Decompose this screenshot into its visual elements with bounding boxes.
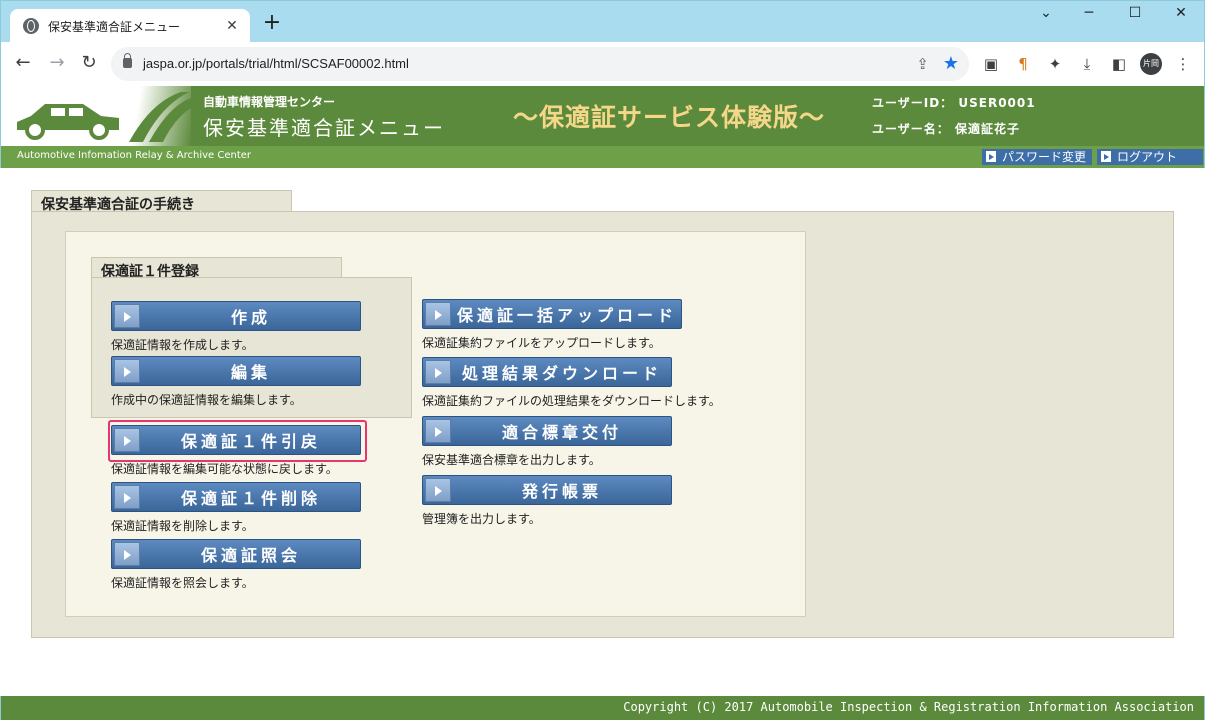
arrow-right-icon — [114, 542, 140, 566]
issued-forms-button-label: 発行帳票 — [521, 482, 602, 501]
result-download-button-label: 処理結果ダウンロード — [461, 364, 662, 383]
edit-button[interactable]: 編集 — [111, 356, 361, 386]
result-download-button[interactable]: 処理結果ダウンロード — [422, 357, 672, 387]
bulk-upload-button-label: 保適証一括アップロード — [456, 306, 677, 325]
delete-button-label: 保適証１件削除 — [180, 489, 321, 508]
window-close-button[interactable]: ✕ — [1161, 5, 1201, 29]
create-button-label: 作成 — [230, 308, 271, 327]
revert-button[interactable]: 保適証１件引戻 — [111, 425, 361, 455]
tab-title: 保安基準適合証メニュー — [48, 19, 181, 34]
user-name: ユーザー名： 保適証花子 — [872, 122, 1020, 136]
arrow-right-icon — [425, 302, 451, 326]
pilcrow-extension-icon[interactable]: ¶ — [1013, 54, 1033, 74]
profile-avatar[interactable]: 片岡 — [1140, 53, 1162, 75]
logo — [1, 86, 191, 146]
issued-forms-button[interactable]: 発行帳票 — [422, 475, 672, 505]
bulk-upload-button[interactable]: 保適証一括アップロード — [422, 299, 682, 329]
issued-forms-desc: 管理簿を出力します。 — [422, 512, 541, 526]
extension-icon[interactable]: ▣ — [981, 54, 1001, 74]
tab-close-icon[interactable]: ✕ — [220, 18, 244, 34]
org-name: 自動車情報管理センター — [203, 95, 336, 109]
org-english-name: Automotive Infomation Relay & Archive Ce… — [17, 150, 252, 161]
site-header: 自動車情報管理センター 保安基準適合証メニュー ～保適証サービス体験版～ ユーザ… — [0, 86, 1205, 146]
puzzle-icon[interactable]: ✦ — [1045, 54, 1065, 74]
forward-icon[interactable]: → — [45, 52, 69, 76]
download-icon[interactable]: ⤓ — [1077, 54, 1097, 74]
section-tab: 保安基準適合証の手続き — [31, 190, 292, 213]
mark-issue-desc: 保安基準適合標章を出力します。 — [422, 453, 601, 467]
share-icon[interactable]: ⇪ — [916, 55, 929, 73]
arrow-right-icon — [425, 478, 451, 502]
site-footer: Copyright (C) 2017 Automobile Inspection… — [0, 696, 1205, 720]
inquiry-desc: 保適証情報を照会します。 — [111, 576, 254, 590]
arrow-right-icon — [114, 428, 140, 452]
password-change-button[interactable]: パスワード変更 — [982, 149, 1093, 165]
mark-issue-button-label: 適合標章交付 — [501, 423, 622, 442]
menu-icon[interactable]: ⋮ — [1173, 54, 1193, 74]
user-id: ユーザーID： USER0001 — [872, 96, 1036, 110]
reload-icon[interactable]: ↻ — [77, 52, 101, 76]
create-button[interactable]: 作成 — [111, 301, 361, 331]
new-tab-button[interactable]: + — [261, 12, 283, 35]
inquiry-button-label: 保適証照会 — [200, 546, 301, 565]
copyright-text: Copyright (C) 2017 Automobile Inspection… — [623, 700, 1194, 714]
back-icon[interactable]: ← — [11, 52, 35, 76]
arrow-right-icon — [425, 360, 451, 384]
result-download-desc: 保適証集約ファイルの処理結果をダウンロードします。 — [422, 394, 721, 408]
trial-title: ～保適証サービス体験版～ — [513, 103, 826, 132]
edit-button-label: 編集 — [230, 363, 271, 382]
create-desc: 保適証情報を作成します。 — [111, 338, 254, 352]
revert-button-label: 保適証１件引戻 — [180, 432, 321, 451]
site-subbar: Automotive Infomation Relay & Archive Ce… — [0, 146, 1205, 168]
app-title: 保安基準適合証メニュー — [203, 116, 445, 140]
inquiry-button[interactable]: 保適証照会 — [111, 539, 361, 569]
minimize-button[interactable]: ─ — [1069, 5, 1109, 29]
browser-toolbar: ← → ↻ jaspa.or.jp/portals/trial/html/SCS… — [0, 42, 1205, 86]
revert-desc: 保適証情報を編集可能な状態に戻します。 — [111, 462, 338, 476]
arrow-right-icon — [114, 359, 140, 383]
address-bar[interactable]: jaspa.or.jp/portals/trial/html/SCSAF0000… — [111, 47, 969, 81]
maximize-button[interactable]: ☐ — [1115, 5, 1155, 29]
browser-tab-strip: 保安基準適合証メニュー ✕ + ⌄ ─ ☐ ✕ — [0, 0, 1205, 43]
car-logo-icon — [17, 92, 191, 142]
arrow-right-icon — [114, 304, 140, 328]
lock-icon[interactable] — [123, 53, 132, 68]
arrow-right-icon — [114, 485, 140, 509]
mark-issue-button[interactable]: 適合標章交付 — [422, 416, 672, 446]
chevron-down-icon[interactable]: ⌄ — [1026, 5, 1066, 29]
url-text[interactable]: jaspa.or.jp/portals/trial/html/SCSAF0000… — [143, 56, 409, 71]
group-tab: 保適証１件登録 — [91, 257, 342, 280]
arrow-right-icon — [425, 419, 451, 443]
edit-desc: 作成中の保適証情報を編集します。 — [111, 393, 302, 407]
bulk-upload-desc: 保適証集約ファイルをアップロードします。 — [422, 336, 661, 350]
logout-button[interactable]: ログアウト — [1097, 149, 1203, 165]
browser-tab[interactable]: 保安基準適合証メニュー ✕ — [10, 9, 250, 43]
delete-button[interactable]: 保適証１件削除 — [111, 482, 361, 512]
side-panel-icon[interactable]: ◧ — [1109, 54, 1129, 74]
globe-icon — [23, 18, 39, 34]
delete-desc: 保適証情報を削除します。 — [111, 519, 254, 533]
bookmark-star-icon[interactable]: ★ — [943, 53, 959, 74]
